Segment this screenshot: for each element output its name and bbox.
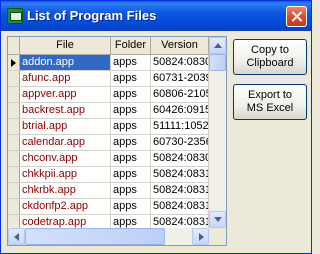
version-cell[interactable]: 50824:0831 [151,199,209,215]
row-indicator[interactable] [8,71,20,87]
file-cell[interactable]: chconv.app [20,151,111,167]
table-row[interactable]: calendar.app apps 60730-2356 [8,135,209,151]
version-cell[interactable]: 50824:0831 [151,183,209,199]
table-row[interactable]: appver.app apps 60806-2105 [8,87,209,103]
row-indicator[interactable] [8,167,20,183]
row-indicator-header [8,37,20,54]
version-cell[interactable]: 60426:0915 [151,103,209,119]
table-row[interactable]: chkkpii.app apps 50824:0831 [8,167,209,183]
export-to-excel-button[interactable]: Export to MS Excel [233,84,307,120]
table-row[interactable]: backrest.app apps 60426:0915 [8,103,209,119]
vertical-scrollbar[interactable] [209,37,226,228]
folder-cell[interactable]: apps [111,167,151,183]
vertical-scroll-thumb[interactable] [209,54,226,71]
row-indicator[interactable] [8,183,20,199]
file-cell[interactable]: addon.app [20,55,111,71]
row-indicator[interactable] [8,135,20,151]
export-button-label-line1: Export to [247,89,293,101]
column-header-folder[interactable]: Folder [111,37,151,54]
file-cell[interactable]: afunc.app [20,71,111,87]
version-cell[interactable]: 50824:0830 [151,55,209,71]
version-cell[interactable]: 60730-2356 [151,135,209,151]
folder-cell[interactable]: apps [111,119,151,135]
file-cell[interactable]: ckdonfp2.app [20,199,111,215]
folder-cell[interactable]: apps [111,71,151,87]
file-cell[interactable]: appver.app [20,87,111,103]
copy-to-clipboard-button[interactable]: Copy to Clipboard [233,39,307,75]
scroll-right-button[interactable] [192,228,209,245]
row-indicator[interactable] [8,87,20,103]
row-indicator[interactable] [8,119,20,135]
folder-cell[interactable]: apps [111,183,151,199]
table-row[interactable]: chkrbk.app apps 50824:0831 [8,183,209,199]
program-files-window: List of Program Files File Folder Versio… [0,0,312,254]
file-cell[interactable]: calendar.app [20,135,111,151]
folder-cell[interactable]: apps [111,55,151,71]
window-title: List of Program Files [27,8,157,23]
version-cell[interactable]: 51111:1052 [151,119,209,135]
folder-cell[interactable]: apps [111,151,151,167]
table-row[interactable]: btrial.app apps 51111:1052 [8,119,209,135]
scroll-left-button[interactable] [8,228,25,245]
folder-cell[interactable]: apps [111,135,151,151]
scroll-up-button[interactable] [209,37,226,54]
app-icon[interactable] [7,8,23,24]
version-cell[interactable]: 50824:0831 [151,167,209,183]
table-row[interactable]: addon.app apps 50824:0830 [8,55,209,71]
column-header-file[interactable]: File [20,37,111,54]
row-indicator[interactable] [8,151,20,167]
row-indicator[interactable] [8,103,20,119]
folder-cell[interactable]: apps [111,87,151,103]
row-indicator[interactable] [8,199,20,215]
arrow-down-icon [214,217,222,222]
title-bar[interactable]: List of Program Files [1,1,311,31]
arrow-up-icon [214,43,222,48]
horizontal-scrollbar[interactable] [8,228,209,245]
scrollbar-corner [209,228,226,245]
table-row[interactable]: ckdonfp2.app apps 50824:0831 [8,199,209,215]
scroll-down-button[interactable] [209,211,226,228]
copy-button-label-line2: Clipboard [246,57,294,69]
arrow-right-icon [199,233,204,241]
version-cell[interactable]: 60806-2105 [151,87,209,103]
file-cell[interactable]: chkrbk.app [20,183,111,199]
copy-button-label-line1: Copy to [251,44,289,56]
row-indicator[interactable] [8,55,20,71]
close-button[interactable] [286,6,307,27]
horizontal-scroll-thumb[interactable] [25,228,165,245]
folder-cell[interactable]: apps [111,103,151,119]
version-cell[interactable]: 50824:0830 [151,151,209,167]
table-row[interactable]: afunc.app apps 60731-2039 [8,71,209,87]
file-cell[interactable]: btrial.app [20,119,111,135]
current-row-arrow-icon [11,59,16,67]
program-files-grid[interactable]: File Folder Version addon.app apps 50824:0… [7,36,227,246]
grid-header: File Folder Version [8,37,209,55]
version-cell[interactable]: 60731-2039 [151,71,209,87]
column-header-version[interactable]: Version [151,37,209,54]
file-cell[interactable]: chkkpii.app [20,167,111,183]
arrow-left-icon [14,233,19,241]
folder-cell[interactable]: apps [111,199,151,215]
table-row[interactable]: chconv.app apps 50824:0830 [8,151,209,167]
export-button-label-line2: MS Excel [246,102,294,114]
file-cell[interactable]: backrest.app [20,103,111,119]
